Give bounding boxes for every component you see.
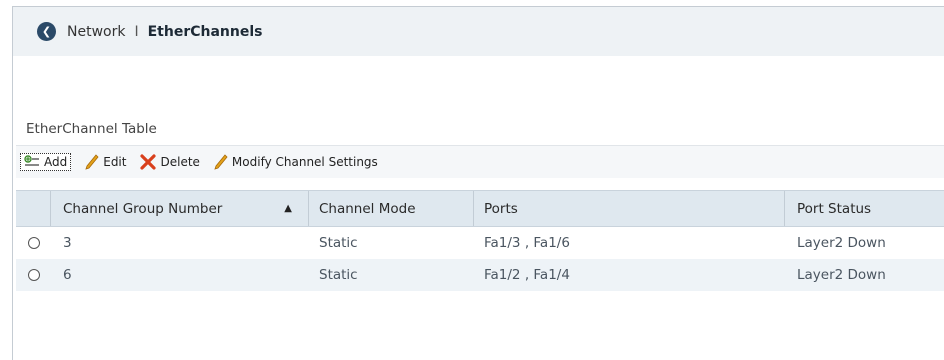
row-select-radio[interactable] — [27, 269, 40, 281]
column-header-channel-group[interactable]: Channel Group Number ▲ — [51, 191, 309, 226]
sort-ascending-icon[interactable]: ▲ — [284, 203, 292, 214]
table-header-row: Channel Group Number ▲ Channel Mode Port… — [16, 190, 944, 227]
breadcrumb-parent[interactable]: Network — [67, 24, 125, 40]
page-title: EtherChannels — [147, 23, 263, 40]
pencil-icon — [214, 154, 228, 170]
column-header-ports[interactable]: Ports — [474, 191, 785, 226]
table-title: EtherChannel Table — [26, 121, 157, 137]
cell-channel-group: 3 — [63, 235, 72, 251]
delete-x-icon — [140, 154, 157, 170]
row-select-cell — [16, 227, 51, 259]
cell-ports: Fa1/2 , Fa1/4 — [484, 267, 570, 283]
back-icon[interactable]: ❮ — [37, 22, 56, 41]
select-column-header — [16, 191, 51, 226]
add-button[interactable]: Add — [20, 153, 72, 171]
cell-channel-mode: Static — [319, 235, 358, 251]
table-row[interactable]: 6 Static Fa1/2 , Fa1/4 Layer2 Down — [16, 259, 944, 291]
modify-channel-settings-button[interactable]: Modify Channel Settings — [214, 154, 378, 170]
row-select-cell — [16, 259, 51, 291]
breadcrumb-separator: I — [134, 23, 139, 40]
row-select-radio[interactable] — [27, 237, 40, 249]
cell-channel-mode: Static — [319, 267, 358, 283]
content-left-border — [12, 56, 13, 360]
delete-button[interactable]: Delete — [140, 154, 200, 170]
modify-channel-settings-label: Modify Channel Settings — [231, 155, 378, 169]
pencil-icon — [85, 154, 99, 170]
page-header: ❮ Network I EtherChannels — [12, 6, 944, 56]
etherchannel-table: Channel Group Number ▲ Channel Mode Port… — [16, 190, 944, 291]
cell-channel-group: 6 — [63, 267, 72, 283]
table-toolbar: Add Edit Delete Modify Channel Settings — [16, 145, 944, 178]
cell-port-status: Layer2 Down — [797, 267, 886, 283]
add-button-label: Add — [44, 155, 68, 169]
column-header-port-status[interactable]: Port Status — [785, 191, 944, 226]
add-list-icon — [24, 155, 40, 169]
column-header-channel-mode[interactable]: Channel Mode — [309, 191, 474, 226]
edit-button[interactable]: Edit — [85, 154, 126, 170]
column-header-channel-group-label: Channel Group Number — [63, 200, 223, 217]
table-row[interactable]: 3 Static Fa1/3 , Fa1/6 Layer2 Down — [16, 227, 944, 259]
delete-button-label: Delete — [160, 155, 200, 169]
edit-button-label: Edit — [103, 155, 127, 169]
cell-port-status: Layer2 Down — [797, 235, 886, 251]
cell-ports: Fa1/3 , Fa1/6 — [484, 235, 570, 251]
